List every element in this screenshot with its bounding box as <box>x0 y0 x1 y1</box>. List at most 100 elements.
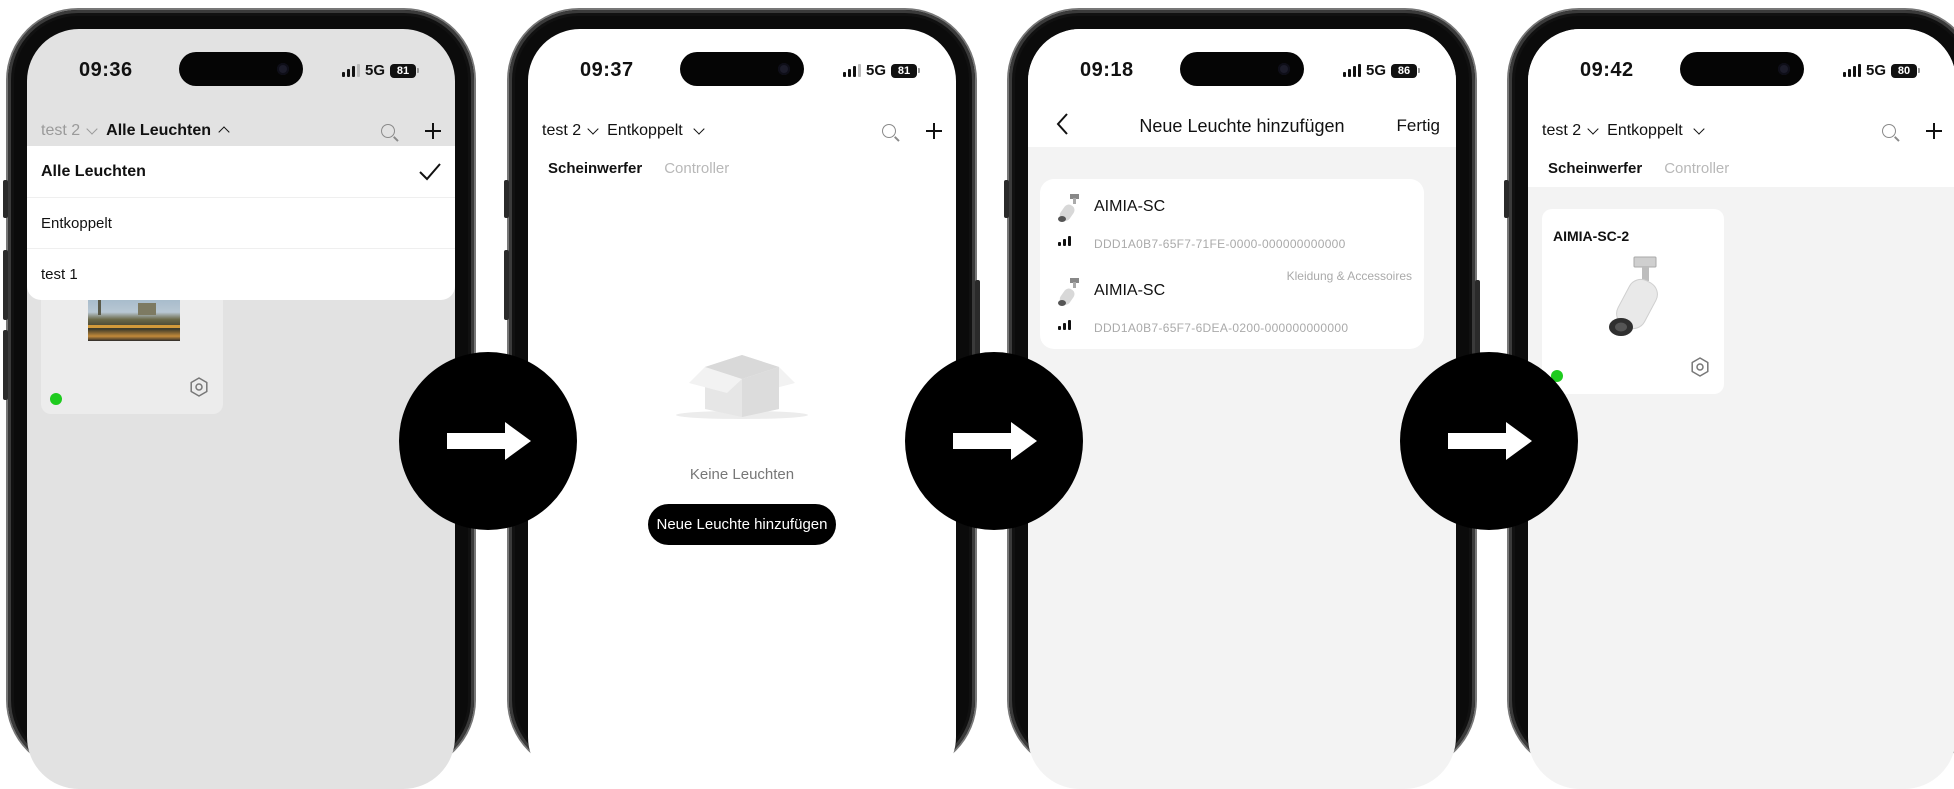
chevron-down-icon[interactable] <box>86 123 98 135</box>
top-bar: test 2 Entkoppelt <box>542 119 942 143</box>
online-status-dot <box>50 393 62 405</box>
status-indicators: 5G 81 <box>341 62 419 79</box>
chevron-down-icon[interactable] <box>1587 123 1599 135</box>
network-label: 5G <box>364 62 385 79</box>
filter-selector[interactable]: Entkoppelt <box>607 122 683 140</box>
device-name: AIMIA-SC <box>1094 198 1166 215</box>
tab-scheinwerfer[interactable]: Scheinwerfer <box>548 160 642 177</box>
page-title: Neue Leuchte hinzufügen <box>1139 116 1345 136</box>
plus-icon[interactable] <box>926 123 942 139</box>
dynamic-island <box>179 52 303 86</box>
filter-selector[interactable]: Alle Leuchten <box>106 122 211 140</box>
dropdown-item-label: Alle Leuchten <box>41 163 146 180</box>
tab-scheinwerfer[interactable]: Scheinwerfer <box>1548 160 1642 177</box>
status-indicators: 5G 81 <box>842 62 920 79</box>
dropdown-item-test-1[interactable]: test 1 <box>27 248 455 300</box>
spotlight-icon <box>1058 278 1079 306</box>
category-tabs: Scheinwerfer Controller <box>1548 160 1729 177</box>
network-label: 5G <box>865 62 886 79</box>
dropdown-item-entkoppelt[interactable]: Entkoppelt <box>27 197 455 249</box>
search-icon[interactable] <box>882 124 896 138</box>
add-light-button[interactable]: Neue Leuchte hinzufügen <box>648 504 836 545</box>
signal-icon <box>842 64 861 77</box>
status-indicators: 5G 80 <box>1842 62 1920 79</box>
light-card[interactable]: AIMIA-SC-2 <box>1542 209 1724 394</box>
spotlight-icon <box>1058 194 1079 222</box>
signal-icon <box>1342 64 1361 77</box>
signal-icon <box>1058 320 1076 330</box>
chevron-down-icon[interactable] <box>587 123 599 135</box>
top-bar: test 2 Alle Leuchten <box>41 119 441 143</box>
battery-icon: 81 <box>390 63 419 78</box>
device-item[interactable]: Kleidung & Accessoires AIMIA-SC DDD1A0B7… <box>1040 263 1424 349</box>
device-item[interactable]: AIMIA-SC DDD1A0B7-65F7-71FE-0000-0000000… <box>1040 179 1424 263</box>
category-tabs: Scheinwerfer Controller <box>548 160 729 177</box>
search-icon[interactable] <box>381 124 395 138</box>
spotlight-icon <box>1609 256 1658 336</box>
screen-4: 09:42 5G 80 test 2 Entkoppelt Scheinwerf… <box>1528 29 1954 789</box>
dropdown-item-alle-leuchten[interactable]: Alle Leuchten <box>27 146 455 198</box>
filter-selector[interactable]: Entkoppelt <box>1607 122 1683 140</box>
status-time: 09:37 <box>580 59 634 81</box>
device-id: DDD1A0B7-65F7-6DEA-0200-000000000000 <box>1094 321 1349 335</box>
side-button <box>504 250 509 320</box>
signal-icon <box>341 64 360 77</box>
side-button <box>3 180 8 218</box>
status-time: 09:18 <box>1080 59 1134 81</box>
group-selector[interactable]: test 2 <box>1542 122 1581 140</box>
tab-controller[interactable]: Controller <box>1664 160 1729 177</box>
side-button <box>504 180 509 218</box>
side-button <box>3 250 8 320</box>
phone-4: 09:42 5G 80 test 2 Entkoppelt Scheinwerf… <box>1504 10 1954 789</box>
dynamic-island <box>1180 52 1304 86</box>
battery-icon: 81 <box>891 63 920 78</box>
done-button[interactable]: Fertig <box>1397 116 1440 136</box>
signal-icon <box>1058 236 1076 246</box>
empty-box-icon <box>676 355 808 419</box>
search-icon[interactable] <box>1882 124 1896 138</box>
plus-icon[interactable] <box>1926 123 1942 139</box>
top-bar: test 2 Entkoppelt <box>1542 119 1942 143</box>
tab-controller[interactable]: Controller <box>664 160 729 177</box>
filter-dropdown: Alle Leuchten Entkoppelt test 1 <box>27 146 455 300</box>
phone-3: 09:18 5G 86 Neue Leuchte hinzufügen Fert… <box>1004 10 1480 789</box>
dynamic-island <box>1680 52 1804 86</box>
group-selector[interactable]: test 2 <box>41 122 80 140</box>
chevron-down-icon[interactable] <box>1693 123 1705 135</box>
phone-1: 09:36 5G 81 test 2 Alle Leuchten Alle Le… <box>3 10 474 789</box>
dropdown-item-label: Entkoppelt <box>41 215 112 232</box>
phone-2: 09:37 5G 81 test 2 Entkoppelt Scheinwerf… <box>504 10 980 789</box>
arrow-right-icon <box>1400 352 1578 530</box>
device-list: AIMIA-SC DDD1A0B7-65F7-71FE-0000-0000000… <box>1040 179 1424 349</box>
screen-3: 09:18 5G 86 Neue Leuchte hinzufügen Fert… <box>1028 29 1456 789</box>
device-tag: Kleidung & Accessoires <box>1286 269 1412 283</box>
side-button <box>1504 180 1509 218</box>
gear-icon[interactable] <box>1690 357 1710 377</box>
arrow-right-icon <box>399 352 577 530</box>
side-button <box>3 330 8 400</box>
signal-icon <box>1842 64 1861 77</box>
screen-2: 09:37 5G 81 test 2 Entkoppelt Scheinwerf… <box>528 29 956 789</box>
gear-icon[interactable] <box>189 377 209 397</box>
status-time: 09:42 <box>1580 59 1634 81</box>
chevron-up-icon[interactable] <box>218 126 230 138</box>
light-name: AIMIA-SC-2 <box>1553 228 1630 244</box>
plus-icon[interactable] <box>425 123 441 139</box>
group-selector[interactable]: test 2 <box>542 122 581 140</box>
status-indicators: 5G 86 <box>1342 62 1420 79</box>
status-time: 09:36 <box>79 59 133 81</box>
light-thumbnail <box>88 293 180 341</box>
battery-icon: 86 <box>1391 63 1420 78</box>
side-button <box>1004 180 1009 218</box>
dynamic-island <box>680 52 804 86</box>
device-name: AIMIA-SC <box>1094 282 1166 299</box>
device-id: DDD1A0B7-65F7-71FE-0000-000000000000 <box>1094 237 1346 251</box>
chevron-down-icon[interactable] <box>693 123 705 135</box>
screen-1: 09:36 5G 81 test 2 Alle Leuchten Alle Le… <box>27 29 455 789</box>
checkmark-icon <box>419 163 441 181</box>
battery-icon: 80 <box>1891 63 1920 78</box>
arrow-right-icon <box>905 352 1083 530</box>
dropdown-item-label: test 1 <box>41 266 78 283</box>
empty-state-text: Keine Leuchten <box>689 466 795 483</box>
network-label: 5G <box>1365 62 1386 79</box>
